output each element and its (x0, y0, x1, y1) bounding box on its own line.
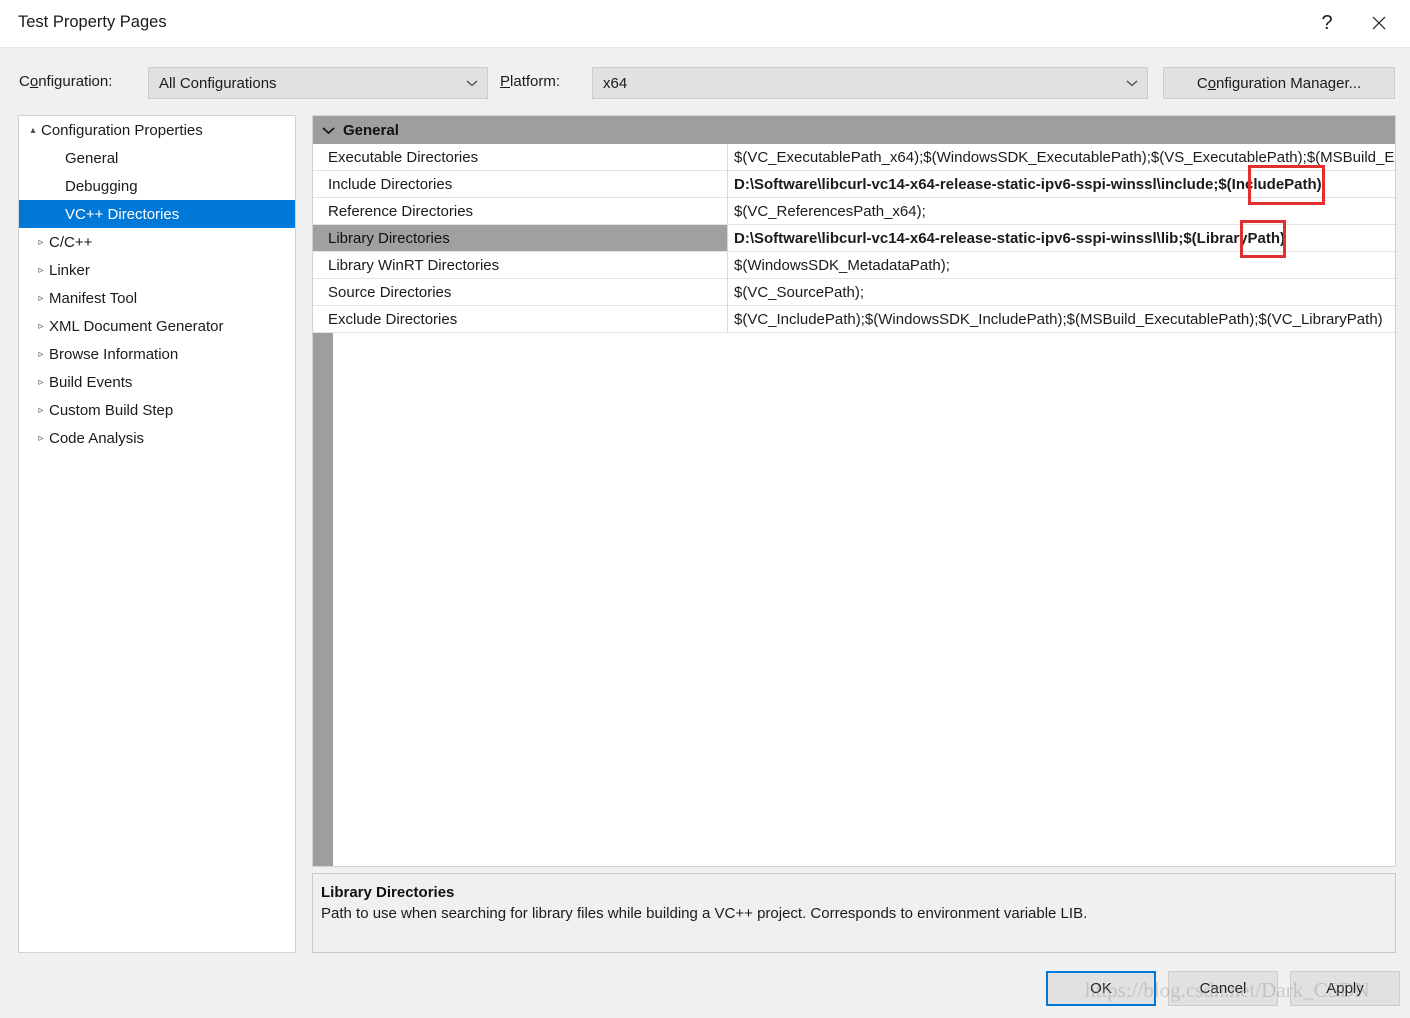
close-icon[interactable] (1356, 0, 1402, 46)
help-icon[interactable]: ? (1304, 0, 1350, 46)
property-value[interactable]: $(VC_IncludePath);$(WindowsSDK_IncludePa… (728, 306, 1395, 333)
property-name: Library WinRT Directories (313, 252, 728, 279)
chevron-down-icon[interactable] (313, 126, 343, 135)
chevron-down-icon (1117, 79, 1147, 87)
property-name: Reference Directories (313, 198, 728, 225)
sidebar-item-label: Build Events (49, 373, 133, 391)
tree-collapsed-icon[interactable]: ▹ (33, 405, 49, 416)
sidebar-item-general[interactable]: General (19, 144, 295, 172)
sidebar-item-linker[interactable]: ▹ Linker (19, 256, 295, 284)
sidebar-item-debugging[interactable]: Debugging (19, 172, 295, 200)
sidebar-item-configuration-properties[interactable]: ▴ Configuration Properties (19, 116, 295, 144)
sidebar-item-build-events[interactable]: ▹ Build Events (19, 368, 295, 396)
configuration-value: All Configurations (159, 74, 277, 92)
window-title: Test Property Pages (18, 13, 167, 31)
tree-collapsed-icon[interactable]: ▹ (33, 321, 49, 332)
ok-button[interactable]: OK (1046, 971, 1156, 1006)
sidebar-item-manifest-tool[interactable]: ▹ Manifest Tool (19, 284, 295, 312)
sidebar-item-label: Debugging (65, 177, 138, 195)
property-name: Exclude Directories (313, 306, 728, 333)
platform-dropdown[interactable]: x64 (592, 67, 1148, 99)
chevron-down-icon (457, 79, 487, 87)
sidebar-item-custom-build-step[interactable]: ▹ Custom Build Step (19, 396, 295, 424)
property-name: Executable Directories (313, 144, 728, 171)
property-description-panel: Library Directories Path to use when sea… (312, 873, 1396, 953)
table-row[interactable]: Library WinRT Directories $(WindowsSDK_Me… (313, 252, 1395, 279)
sidebar-item-browse-information[interactable]: ▹ Browse Information (19, 340, 295, 368)
title-bar: Test Property Pages ? (0, 0, 1410, 48)
apply-button[interactable]: Apply (1290, 971, 1400, 1006)
tree-collapsed-icon[interactable]: ▹ (33, 265, 49, 276)
tree-collapsed-icon[interactable]: ▹ (33, 293, 49, 304)
sidebar-item-label: Browse Information (49, 345, 179, 363)
platform-value: x64 (603, 74, 628, 92)
platform-label: Platform: (500, 73, 561, 90)
grid-category-label: General (343, 121, 399, 139)
property-name: Source Directories (313, 279, 728, 306)
property-value[interactable]: $(VC_SourcePath); (728, 279, 1395, 306)
sidebar-item-label: General (65, 149, 119, 167)
description-title: Library Directories (321, 884, 455, 901)
tree-collapsed-icon[interactable]: ▹ (33, 433, 49, 444)
configuration-manager-button[interactable]: Co nfiguration Manager... (1163, 67, 1395, 99)
property-value[interactable]: $(VC_ReferencesPath_x64); (728, 198, 1395, 225)
sidebar-item-label: Code Analysis (49, 429, 145, 447)
cancel-button[interactable]: Cancel (1168, 971, 1278, 1006)
table-row[interactable]: Source Directories $(VC_SourcePath); (313, 279, 1395, 306)
tree-expanded-icon[interactable]: ▴ (25, 125, 41, 136)
tree-collapsed-icon[interactable]: ▹ (33, 377, 49, 388)
sidebar-item-label: Manifest Tool (49, 289, 138, 307)
property-value[interactable]: $(WindowsSDK_MetadataPath); (728, 252, 1395, 279)
table-row[interactable]: Executable Directories $(VC_ExecutablePat… (313, 144, 1395, 171)
table-row[interactable]: Library Directories D:\Software\libcurl-v… (313, 225, 1395, 252)
tree-collapsed-icon[interactable]: ▹ (33, 349, 49, 360)
property-grid[interactable]: General Executable Directories $(VC_Execu… (312, 115, 1396, 867)
configuration-dropdown[interactable]: All Configurations (148, 67, 488, 99)
sidebar-item-label: Custom Build Step (49, 401, 174, 419)
sidebar-item-label: Configuration Properties (41, 121, 203, 139)
sidebar-item-label: Linker (49, 261, 90, 279)
grid-category-header[interactable]: General (313, 116, 1395, 144)
sidebar-item-c-c[interactable]: ▹ C/C++ (19, 228, 295, 256)
sidebar-item-xml-document-generator[interactable]: ▹ XML Document Generator (19, 312, 295, 340)
sidebar-item-label: VC++ Directories (65, 205, 180, 223)
description-text: Path to use when searching for library f… (321, 905, 1088, 922)
configuration-label: Configuration: (19, 73, 113, 90)
property-value[interactable]: D:\Software\libcurl-vc14-x64-release-sta… (728, 171, 1395, 198)
property-value[interactable]: $(VC_ExecutablePath_x64);$(WindowsSDK_Ex… (728, 144, 1395, 171)
sidebar-item-label: C/C++ (49, 233, 93, 251)
sidebar-item-label: XML Document Generator (49, 317, 224, 335)
sidebar-item-code-analysis[interactable]: ▹ Code Analysis (19, 424, 295, 452)
table-row[interactable]: Exclude Directories $(VC_IncludePath);$(W… (313, 306, 1395, 333)
table-row[interactable]: Include Directories D:\Software\libcurl-v… (313, 171, 1395, 198)
configuration-tree[interactable]: ▴ Configuration Properties General Debuggin… (18, 115, 296, 953)
table-row[interactable]: Reference Directories $(VC_ReferencesPath… (313, 198, 1395, 225)
property-name: Library Directories (313, 225, 728, 252)
property-value[interactable]: D:\Software\libcurl-vc14-x64-release-sta… (728, 225, 1395, 252)
property-name: Include Directories (313, 171, 728, 198)
sidebar-item-vc-directories[interactable]: VC++ Directories (19, 200, 295, 228)
tree-collapsed-icon[interactable]: ▹ (33, 237, 49, 248)
